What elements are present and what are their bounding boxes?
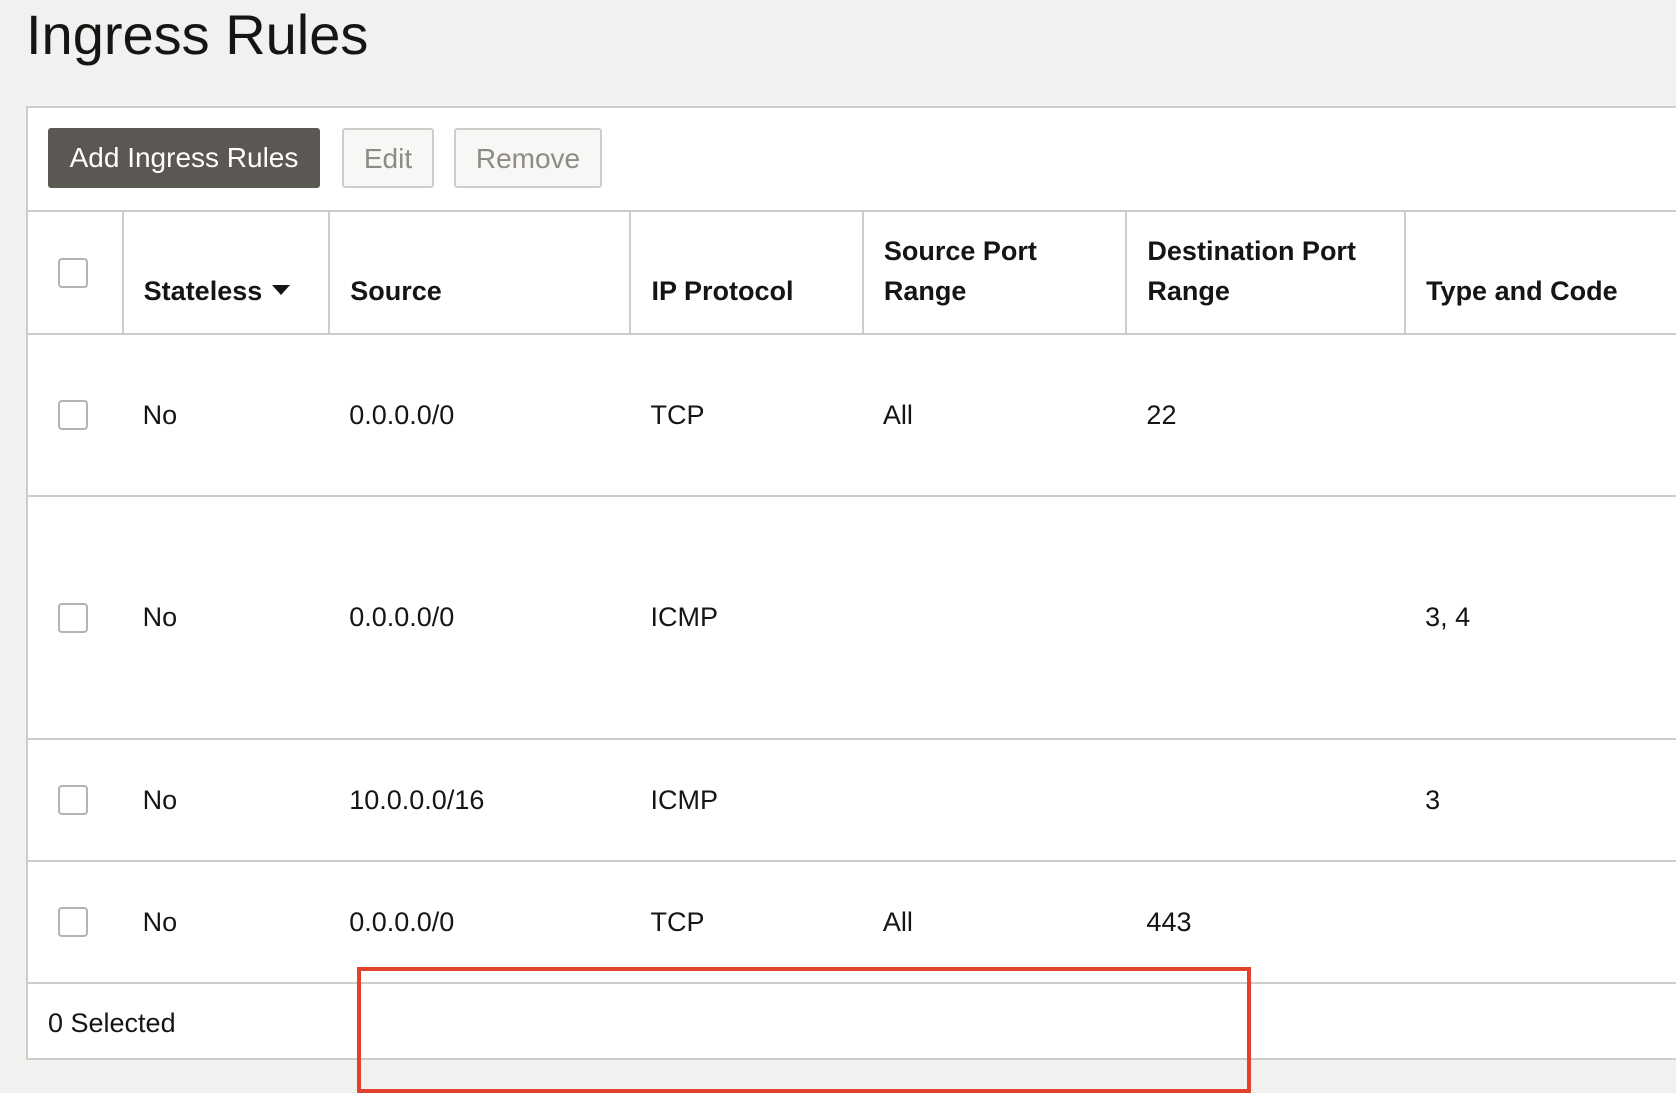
- cell-type-and-code: [1405, 334, 1676, 497]
- cell-source: 0.0.0.0/0: [329, 334, 631, 497]
- row-checkbox[interactable]: [58, 785, 88, 815]
- row-select-cell: [28, 739, 123, 862]
- select-all-cell: [28, 210, 124, 335]
- row-select-cell: [28, 334, 123, 497]
- row-checkbox[interactable]: [58, 400, 88, 430]
- cell-destination-port-range: [1126, 496, 1406, 740]
- table-row: No 0.0.0.0/0 TCP All 22: [28, 334, 1676, 497]
- column-header-source-port-range: Source Port Range: [862, 210, 1128, 335]
- table-row: No 0.0.0.0/0 ICMP 3, 4: [28, 496, 1676, 740]
- add-ingress-rules-button[interactable]: Add Ingress Rules: [48, 128, 320, 188]
- edit-button[interactable]: Edit: [342, 128, 434, 188]
- page-title: Ingress Rules: [26, 3, 369, 66]
- table-row: No 0.0.0.0/0 TCP All 443: [28, 861, 1676, 984]
- column-header-ip-protocol: IP Protocol: [630, 210, 864, 335]
- row-checkbox[interactable]: [58, 907, 88, 937]
- ingress-rules-table: Stateless Source IP Protocol Source Port…: [28, 210, 1676, 984]
- cell-source-port-range: All: [862, 861, 1127, 984]
- column-header-label: Stateless: [143, 276, 263, 306]
- cell-source-port-range: [862, 739, 1127, 862]
- cell-stateless: No: [122, 739, 330, 862]
- table-row: No 10.0.0.0/16 ICMP 3: [28, 739, 1676, 862]
- cell-ip-protocol: ICMP: [630, 496, 863, 740]
- remove-button[interactable]: Remove: [454, 128, 602, 188]
- cell-source: 10.0.0.0/16: [329, 739, 631, 862]
- cell-stateless: No: [122, 496, 330, 740]
- cell-source: 0.0.0.0/0: [329, 861, 631, 984]
- column-header-source: Source: [329, 210, 632, 335]
- cell-source: 0.0.0.0/0: [329, 496, 631, 740]
- cell-type-and-code: 3: [1405, 739, 1676, 862]
- cell-destination-port-range: 443: [1126, 861, 1406, 984]
- ingress-rules-panel: Add Ingress Rules Edit Remove Stateless …: [26, 106, 1676, 1093]
- select-all-checkbox[interactable]: [58, 257, 88, 288]
- cell-stateless: No: [122, 861, 330, 984]
- row-checkbox[interactable]: [58, 602, 88, 633]
- selected-count: 0 Selected: [48, 1008, 176, 1038]
- cell-source-port-range: [862, 496, 1127, 740]
- cell-ip-protocol: TCP: [630, 334, 863, 497]
- column-header-destination-port-range: Destination Port Range: [1126, 210, 1407, 335]
- row-select-cell: [28, 496, 123, 740]
- cell-type-and-code: 3, 4: [1405, 496, 1676, 740]
- cell-destination-port-range: 22: [1126, 334, 1406, 497]
- cell-ip-protocol: ICMP: [630, 739, 863, 862]
- cell-type-and-code: [1405, 861, 1676, 984]
- cell-ip-protocol: TCP: [630, 861, 863, 984]
- column-header-type-and-code: Type and Code: [1405, 210, 1676, 335]
- caret-down-icon[interactable]: [272, 284, 291, 295]
- table-header-row: Stateless Source IP Protocol Source Port…: [28, 210, 1676, 335]
- row-select-cell: [28, 861, 123, 984]
- toolbar: Add Ingress Rules Edit Remove: [28, 108, 1676, 210]
- cell-stateless: No: [122, 334, 330, 497]
- cell-destination-port-range: [1126, 739, 1406, 862]
- cell-source-port-range: All: [862, 334, 1127, 497]
- column-header-stateless[interactable]: Stateless: [122, 210, 331, 335]
- highlight-annotation-box: [357, 967, 1251, 1093]
